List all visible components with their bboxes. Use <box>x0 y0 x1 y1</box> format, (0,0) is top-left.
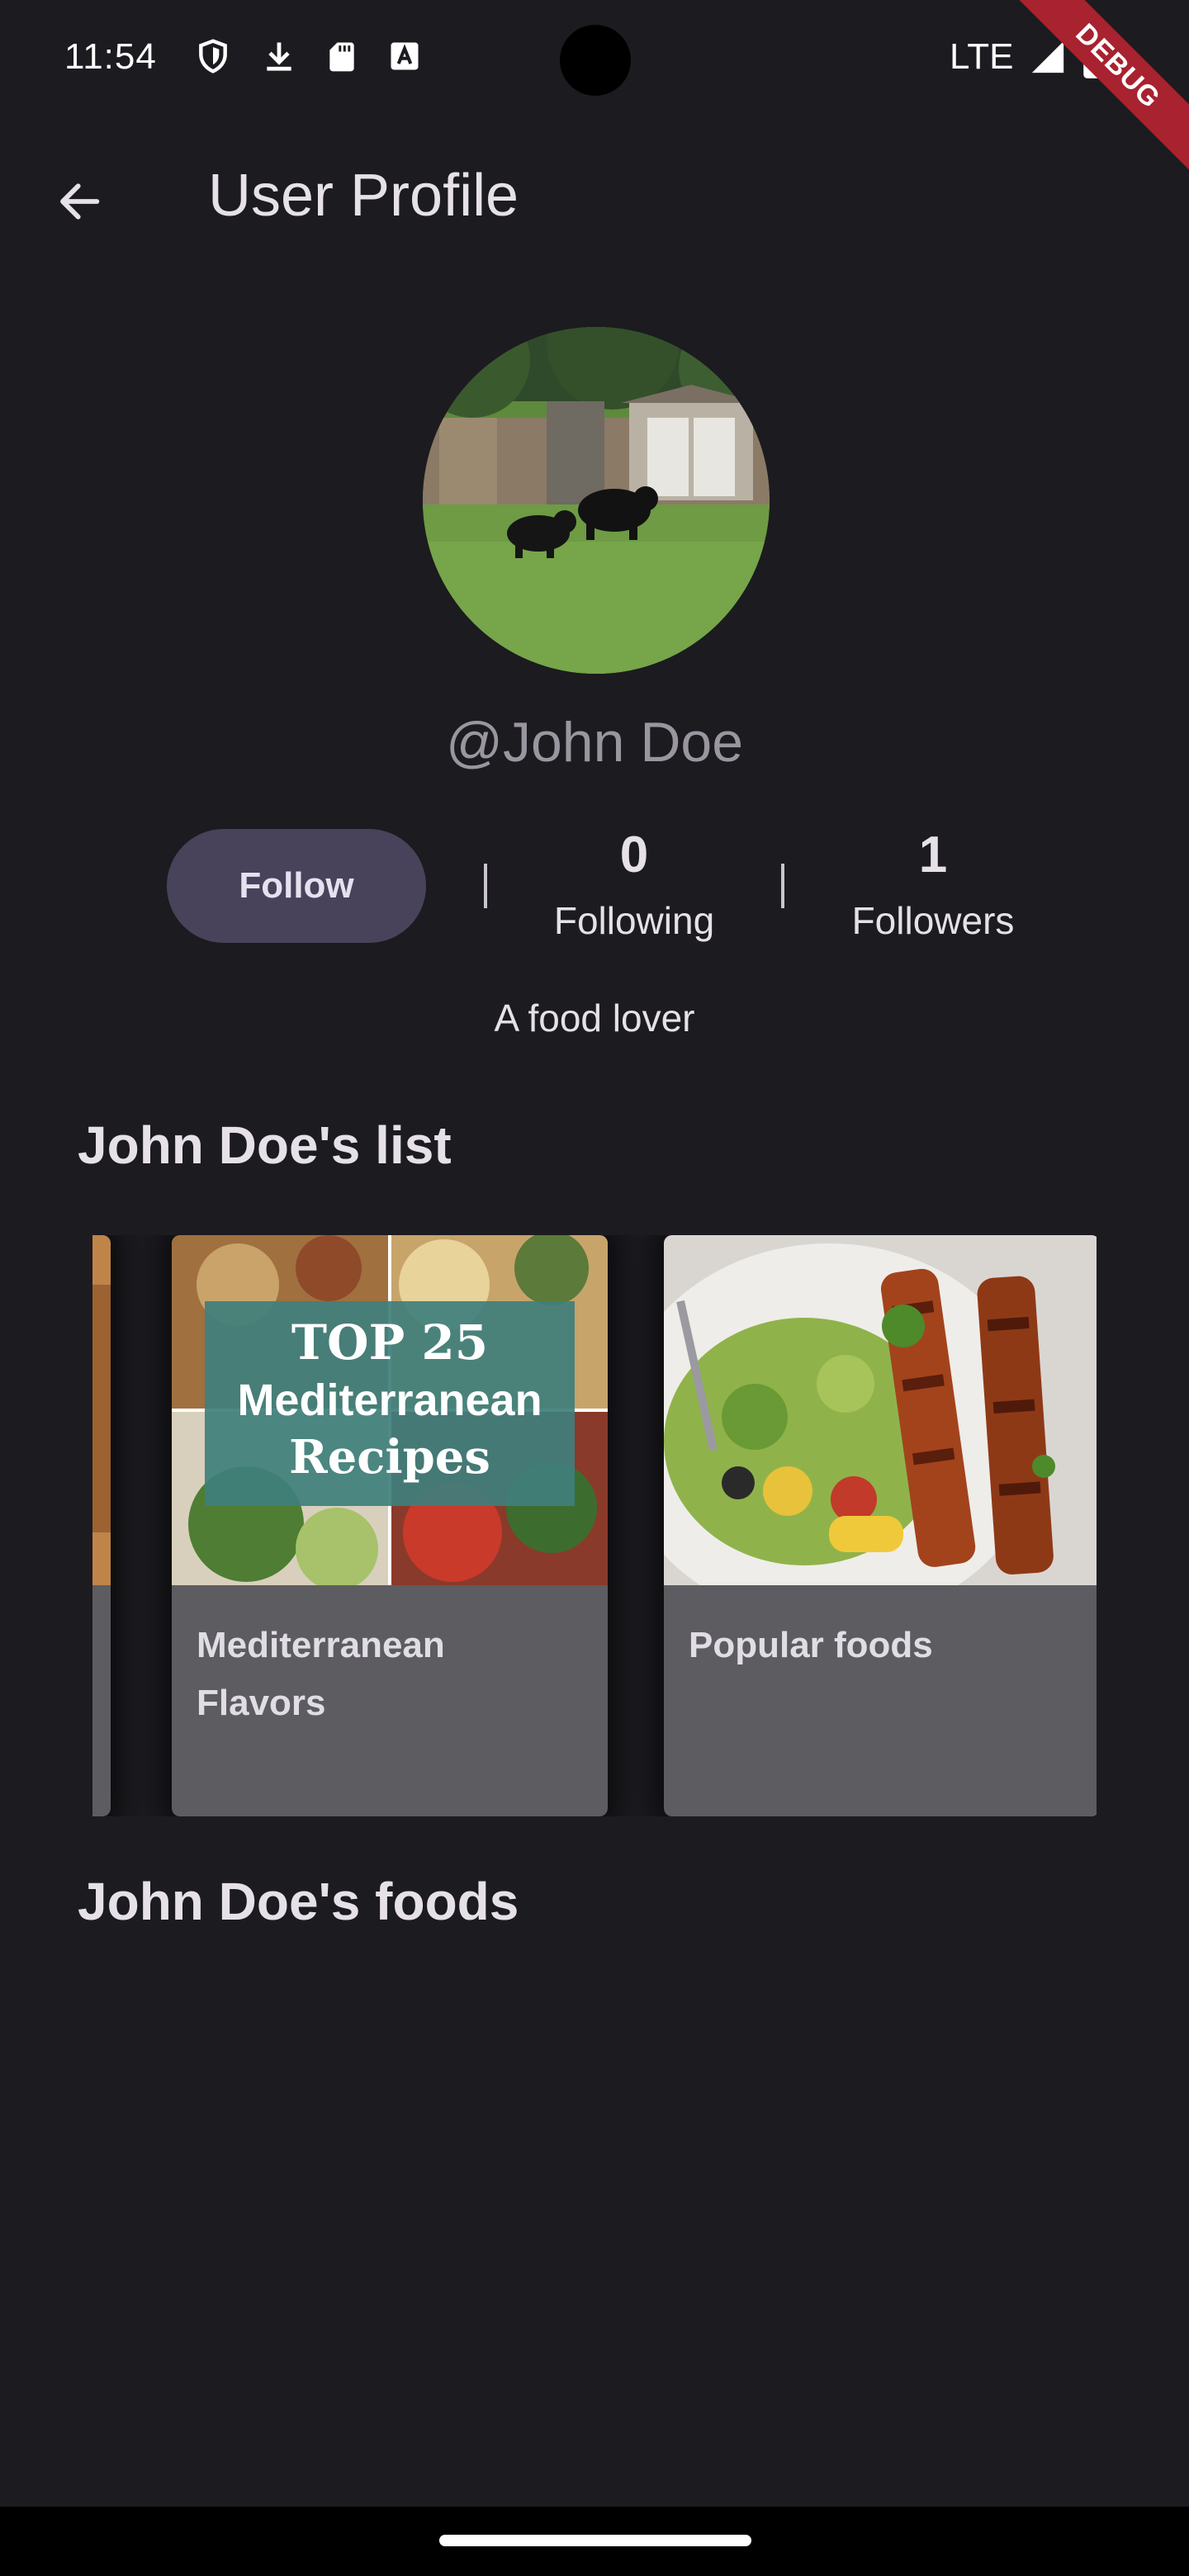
back-button[interactable] <box>46 168 112 234</box>
image-text-line: TOP 25 <box>291 1314 488 1371</box>
page-title: User Profile <box>208 163 519 229</box>
font-icon <box>391 42 419 70</box>
followers-label: Followers <box>851 899 1015 942</box>
list-card-title: Popular foods <box>689 1625 933 1665</box>
lists-carousel[interactable]: TOP 25 Mediterranean Recipes Mediterrane… <box>92 1235 1097 1816</box>
list-card[interactable]: TOP 25 Mediterranean Recipes Mediterrane… <box>172 1235 608 1816</box>
image-text-line: Mediterranean <box>237 1376 542 1425</box>
username: @John Doe <box>445 711 744 774</box>
stats-divider <box>484 864 487 908</box>
shield-icon <box>199 39 227 73</box>
list-card-title: Mediterranean Flavors <box>197 1625 445 1723</box>
follow-button[interactable]: Follow <box>167 829 426 943</box>
followers-stat[interactable]: 1 Followers <box>826 822 1040 949</box>
app-bar: User Profile <box>0 119 1189 277</box>
bio: A food lover <box>494 997 695 1039</box>
followers-count: 1 <box>918 826 948 883</box>
arrow-back-icon <box>60 183 100 220</box>
list-card-partial[interactable] <box>92 1235 111 1816</box>
list-card-image: TOP 25 Mediterranean Recipes <box>172 1235 608 1585</box>
stats-divider <box>781 864 784 908</box>
camera-cutout <box>560 25 631 96</box>
status-time: 11:54 <box>64 36 157 77</box>
status-bar: 11:54 LTE DEBUG <box>0 0 1189 170</box>
network-type: LTE <box>950 36 1014 77</box>
home-gesture-handle[interactable] <box>439 2535 751 2546</box>
following-label: Following <box>553 899 715 942</box>
list-card-image <box>92 1235 111 1585</box>
following-count: 0 <box>619 826 649 883</box>
navigation-bar <box>0 2507 1189 2576</box>
avatar-photo <box>423 327 770 674</box>
download-icon <box>267 42 291 71</box>
lists-section-title: John Doe's list <box>78 1115 452 1175</box>
sd-card-icon <box>329 42 354 72</box>
image-text-line: Recipes <box>289 1430 490 1485</box>
following-stat[interactable]: 0 Following <box>527 822 741 949</box>
foods-section-title: John Doe's foods <box>78 1872 519 1931</box>
avatar <box>423 327 770 674</box>
list-card[interactable]: Popular foods <box>664 1235 1097 1816</box>
list-card-image <box>664 1235 1097 1585</box>
